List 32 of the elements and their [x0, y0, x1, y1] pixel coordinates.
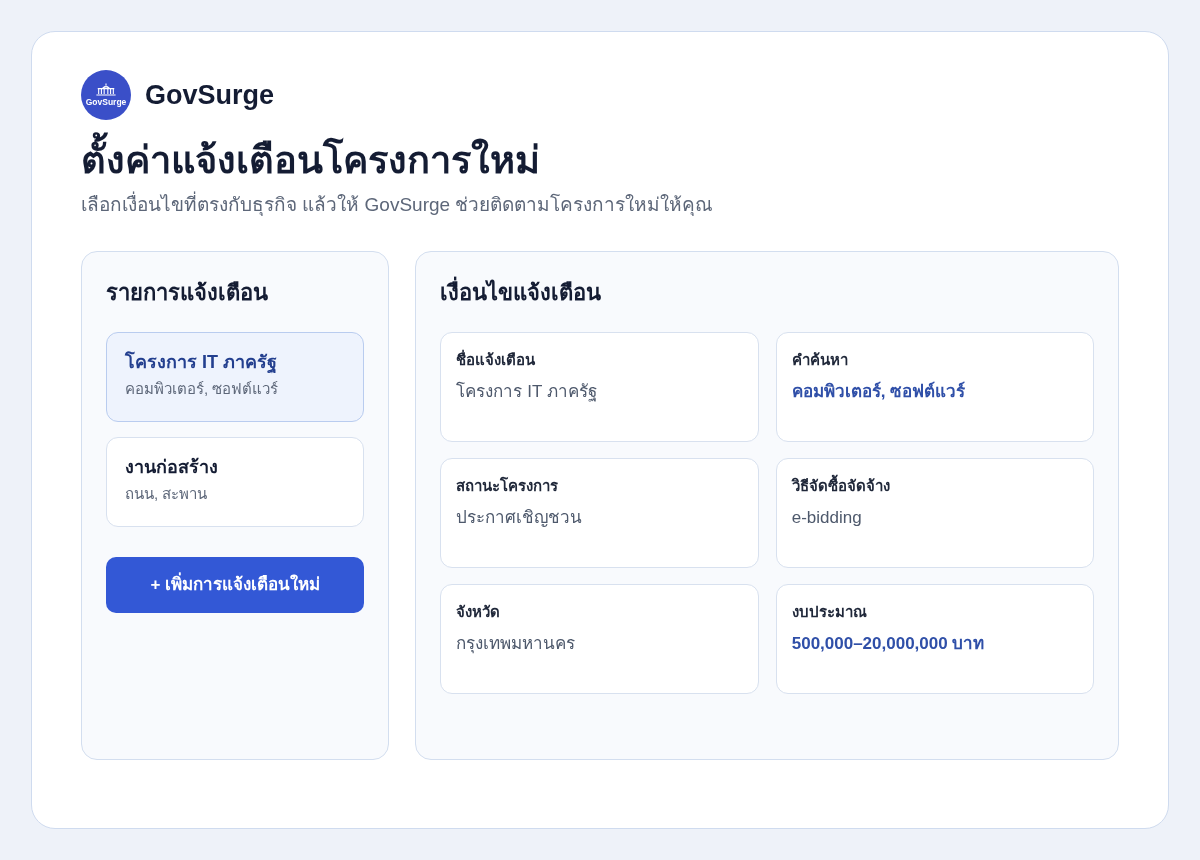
condition-value: ประกาศเชิญชวน: [456, 507, 584, 529]
condition-value: 500,000–20,000,000 บาท: [791, 633, 986, 655]
panel-title: รายการแจ้งเตือน: [106, 279, 268, 307]
condition-label: ชื่อแจ้งเตือน: [456, 349, 537, 370]
condition-value: กรุงเทพมหานคร: [456, 633, 577, 656]
condition-value: e-bidding: [791, 507, 863, 529]
page-subtitle: เลือกเงื่อนไขที่ตรงกับธุรกิจ แล้วให้ GovSurge ช่วยติดตามโครงการใหม่ให้คุณ: [81, 192, 714, 218]
condition-label: จังหวัด: [456, 602, 502, 622]
condition-card[interactable]: วิธีจัดซื้อจัดจ้าง e-bidding: [775, 458, 1094, 568]
condition-label: วิธีจัดซื้อจัดจ้าง: [791, 475, 1078, 497]
add-alert-button[interactable]: + เพิ่มการแจ้งเตือนใหม่: [106, 557, 365, 613]
condition-card[interactable]: คำค้นหา คอมพิวเตอร์, ซอฟต์แวร์: [775, 332, 1094, 442]
condition-value: โครงการ IT ภาครัฐ: [456, 380, 598, 404]
condition-card[interactable]: งบประมาณ 500,000–20,000,000 บาท: [775, 584, 1094, 694]
condition-card[interactable]: จังหวัด กรุงเทพมหานคร: [440, 584, 759, 694]
alert-item[interactable]: โครงการ IT ภาครัฐ คอมพิวเตอร์, ซอฟต์แวร์: [106, 332, 365, 422]
alert-name: โครงการ IT ภาครัฐ: [125, 350, 278, 375]
page-title: ตั้งค่าแจ้งเตือนโครงการใหม่: [81, 134, 540, 186]
alert-name: งานก่อสร้าง: [125, 456, 219, 479]
building-icon: [95, 83, 117, 96]
alert-keywords: คอมพิวเตอร์, ซอฟต์แวร์: [125, 379, 280, 399]
logo-text: GovSurge: [85, 97, 127, 107]
alert-keywords: ถนน, สะพาน: [125, 484, 209, 504]
condition-card[interactable]: สถานะโครงการ ประกาศเชิญชวน: [440, 458, 759, 568]
brand-name: GovSurge: [145, 81, 275, 109]
condition-label: สถานะโครงการ: [456, 476, 560, 496]
condition-label: คำค้นหา: [791, 350, 849, 370]
panel-title: เงื่อนไขแจ้งเตือน: [440, 277, 602, 309]
condition-card[interactable]: ชื่อแจ้งเตือน โครงการ IT ภาครัฐ: [440, 332, 759, 442]
alert-item[interactable]: งานก่อสร้าง ถนน, สะพาน: [106, 437, 365, 527]
condition-label: งบประมาณ: [791, 602, 868, 622]
condition-value: คอมพิวเตอร์, ซอฟต์แวร์: [791, 380, 967, 403]
